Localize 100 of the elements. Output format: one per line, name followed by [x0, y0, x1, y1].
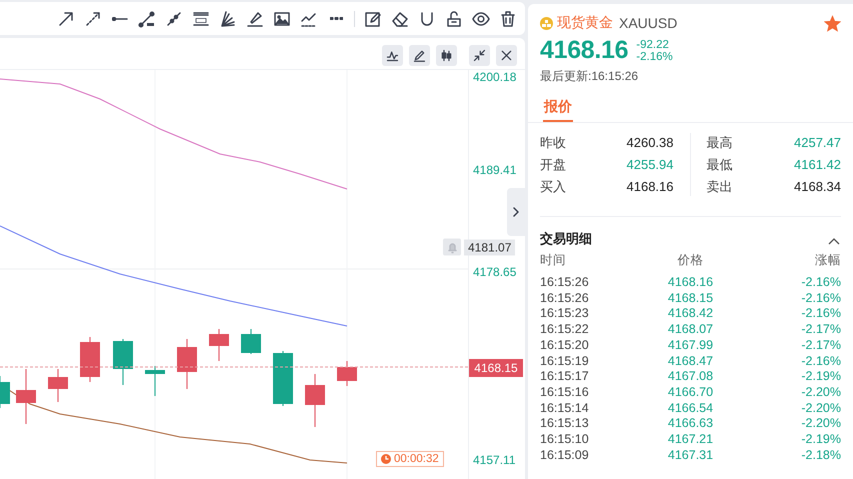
stat-label: 昨收: [540, 134, 566, 152]
trade-time: 16:15:26: [540, 290, 590, 306]
falling-candlestick: [209, 328, 229, 362]
trade-change: -2.20%: [800, 400, 841, 416]
trade-change: -2.16%: [800, 306, 841, 322]
rising-candlestick: [273, 350, 293, 406]
rising-candlestick: [145, 366, 165, 396]
trade-time: 16:15:23: [540, 306, 590, 322]
highlighter-tool[interactable]: [246, 10, 264, 28]
instrument-symbol: XAUUSD: [619, 15, 678, 31]
horizontal-line-icon: [112, 16, 128, 20]
trash-tool[interactable]: [499, 10, 517, 28]
rising-candlestick: [113, 338, 133, 386]
stat-label: 买入: [540, 178, 566, 196]
stat-value: 4168.34: [794, 178, 841, 196]
trend-line-tool[interactable]: [165, 10, 183, 28]
bell-icon: [446, 241, 458, 253]
fibonacci-icon: [192, 10, 210, 28]
trade-change: -2.20%: [800, 384, 841, 401]
stat-label: 最高: [706, 134, 732, 152]
favorite-star-button[interactable]: [824, 14, 841, 32]
trade-change: -2.19%: [800, 432, 841, 448]
trade-time: 16:15:26: [540, 275, 590, 291]
trade-time: 16:15:14: [540, 400, 590, 416]
edit-note-tool[interactable]: [364, 10, 382, 28]
fibonacci-tool[interactable]: [192, 10, 210, 28]
trade-price: 4168.07: [666, 322, 714, 338]
stat-label: 卖出: [706, 178, 732, 196]
trash-icon: [499, 10, 517, 28]
fan-lines-tool[interactable]: [219, 10, 237, 28]
trade-time: 16:15:13: [540, 416, 590, 432]
eraser-tool[interactable]: [391, 10, 409, 28]
trade-change: -2.16%: [800, 275, 841, 291]
stat-label: 开盘: [540, 156, 566, 174]
image-tool[interactable]: [273, 10, 291, 28]
column-header: 时间: [540, 252, 567, 269]
pencil-icon: [412, 48, 427, 63]
draw-button[interactable]: [409, 45, 430, 66]
alert-price-tag: 4181.07: [464, 239, 516, 255]
trade-time: 16:15:16: [540, 384, 590, 401]
quote-tab[interactable]: 报价: [543, 94, 573, 122]
segment-line-tool[interactable]: [138, 10, 156, 28]
close-button[interactable]: [496, 45, 517, 66]
stat-value: 4260.38: [626, 134, 674, 152]
trade-change: -2.17%: [800, 338, 841, 354]
fan-lines-icon: [219, 10, 237, 28]
price-axis-label: 4189.41: [473, 163, 516, 177]
trade-price: 4167.21: [666, 432, 714, 448]
trade-price: 4166.54: [666, 400, 714, 416]
candlestick-icon: [439, 48, 454, 63]
shrink-icon: [472, 48, 487, 63]
stat-value: 4161.42: [794, 156, 841, 174]
price-axis-label: 4157.11: [473, 453, 516, 467]
trade-price: 4166.63: [666, 416, 714, 432]
shrink-button[interactable]: [469, 45, 490, 66]
trend-line-icon: [165, 10, 183, 28]
trade-change: -2.19%: [800, 369, 841, 385]
rising-candlestick: [241, 328, 261, 354]
segment-line-icon: [138, 10, 156, 28]
clock-icon: [381, 454, 391, 464]
instrument-name: 现货黄金: [557, 14, 613, 32]
trade-time: 16:15:09: [540, 448, 590, 464]
stat-label: 最低: [706, 156, 732, 174]
last-price: 4168.16: [540, 36, 628, 65]
trade-price: 4167.99: [666, 338, 714, 354]
column-header: 涨幅: [814, 252, 841, 269]
trade-price: 4166.70: [666, 384, 714, 401]
indicator-button[interactable]: [382, 45, 403, 66]
trade-price: 4168.15: [666, 290, 714, 306]
column-header: 价格: [676, 252, 704, 269]
dashed-arrow-icon: [84, 10, 102, 28]
falling-candlestick: [337, 360, 357, 386]
coin-icon: [540, 16, 553, 30]
eye-tool[interactable]: [472, 10, 490, 28]
unlocked-lock-icon: [445, 10, 463, 28]
trade-time: 16:15:20: [540, 338, 590, 354]
trade-time: 16:15:19: [540, 354, 590, 370]
trade-time: 16:15:17: [540, 369, 590, 385]
rising-candlestick: [0, 376, 10, 408]
dashed-arrow-tool[interactable]: [84, 10, 102, 28]
falling-candlestick: [177, 338, 197, 390]
eye-icon: [472, 10, 490, 28]
stat-value: 4168.16: [626, 178, 674, 196]
price-change: -92.22: [636, 38, 670, 50]
candle-style-button[interactable]: [436, 45, 457, 66]
falling-candlestick: [305, 374, 325, 428]
highlighter-icon: [246, 10, 264, 28]
section-title: 交易明细: [540, 230, 592, 248]
collapse-handle[interactable]: [507, 188, 525, 236]
trade-time: 16:15:10: [540, 432, 590, 448]
unlocked-lock-tool[interactable]: [445, 10, 463, 28]
trade-change: -2.16%: [800, 290, 841, 306]
trade-change: -2.18%: [800, 448, 841, 464]
percent-change: -2.16%: [636, 50, 673, 62]
stat-value: 4255.94: [626, 156, 674, 174]
price-axis-label: 4178.65: [473, 265, 516, 279]
countdown-timer: 00:00:32: [376, 451, 444, 467]
falling-candlestick: [80, 336, 100, 382]
edit-note-icon: [364, 10, 382, 28]
arrow-line-tool[interactable]: [57, 10, 75, 28]
